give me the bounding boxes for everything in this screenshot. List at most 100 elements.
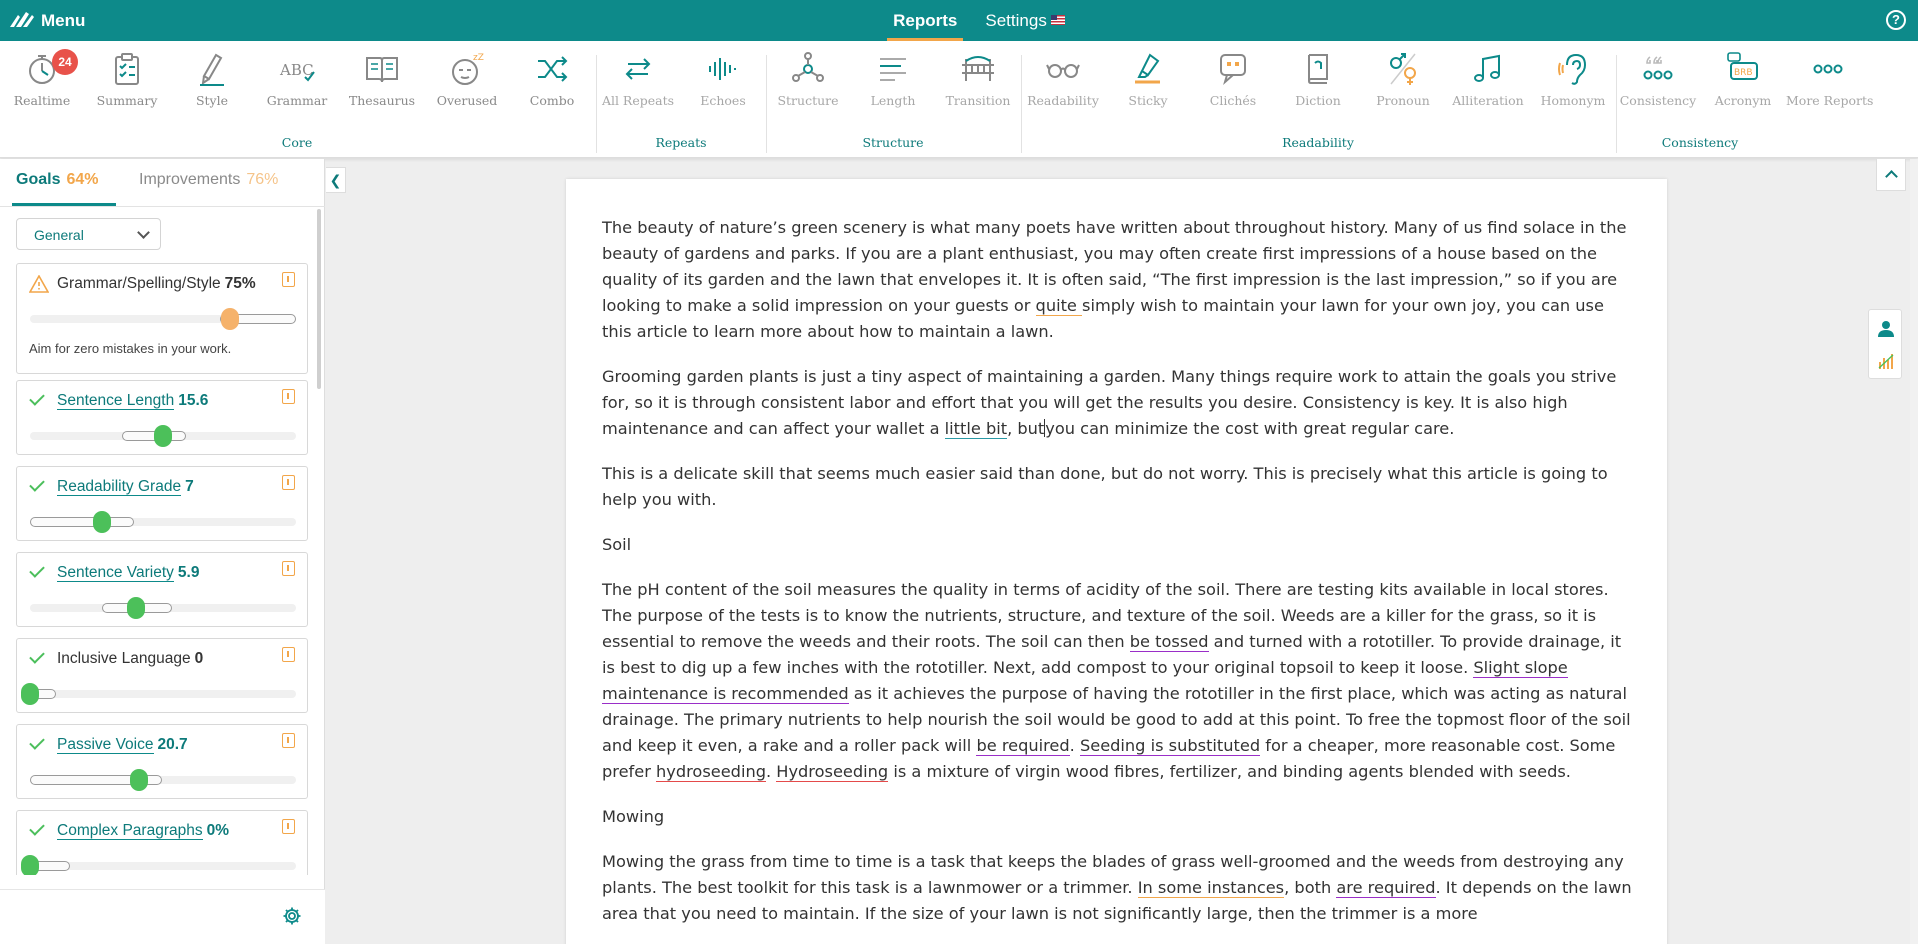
info-icon[interactable] bbox=[282, 561, 295, 576]
goal-slider-knob[interactable] bbox=[21, 683, 39, 705]
goal-slider[interactable] bbox=[30, 597, 296, 619]
svg-text:zZ: zZ bbox=[473, 53, 484, 63]
goal-slider[interactable] bbox=[30, 308, 296, 330]
document-page[interactable]: The beauty of nature’s green scenery is … bbox=[566, 179, 1667, 944]
ear-icon bbox=[1558, 53, 1587, 85]
goal-category-select[interactable]: General bbox=[16, 218, 161, 250]
main-nav: Reports Settings bbox=[0, 0, 1918, 41]
quote-dots-icon bbox=[1643, 56, 1673, 80]
report-transition[interactable]: Transition bbox=[936, 51, 1020, 108]
tab-reports[interactable]: Reports bbox=[879, 0, 971, 41]
info-icon[interactable] bbox=[282, 272, 295, 287]
check-icon bbox=[29, 648, 45, 664]
goal-passive-voice[interactable]: Passive Voice 20.7 bbox=[16, 724, 308, 799]
goal-sentence-variety[interactable]: Sentence Variety 5.9 bbox=[16, 552, 308, 627]
spelling-highlight[interactable]: hydroseeding bbox=[656, 762, 766, 782]
passive-voice-highlight[interactable]: are required bbox=[1336, 878, 1436, 898]
info-icon[interactable] bbox=[282, 819, 295, 834]
speech-quote-icon bbox=[1220, 54, 1246, 85]
bar-chart-icon[interactable] bbox=[1877, 352, 1895, 370]
report-echoes[interactable]: Echoes bbox=[681, 51, 765, 108]
goal-slider[interactable] bbox=[30, 425, 296, 447]
passive-voice-highlight[interactable]: be tossed bbox=[1129, 632, 1209, 652]
scroll-top-button[interactable] bbox=[1876, 159, 1906, 191]
report-style[interactable]: Style bbox=[170, 51, 254, 108]
goal-grammar-spelling-style[interactable]: Grammar/Spelling/Style 75% Aim for zero m… bbox=[16, 263, 308, 374]
info-icon[interactable] bbox=[282, 389, 295, 404]
tab-settings[interactable]: Settings bbox=[971, 0, 1078, 41]
goal-complex-paragraphs[interactable]: Complex Paragraphs 0% bbox=[16, 810, 308, 875]
goals-sidebar: Goals 64% Improvements 76% General Grammar… bbox=[0, 159, 325, 944]
help-icon[interactable]: ? bbox=[1886, 10, 1906, 30]
report-alliteration[interactable]: Alliteration bbox=[1446, 51, 1530, 108]
passive-voice-highlight[interactable]: Seeding is substituted bbox=[1079, 736, 1261, 756]
gear-icon[interactable] bbox=[282, 906, 302, 926]
report-more[interactable]: More Reports bbox=[1786, 51, 1873, 108]
active-tab-indicator bbox=[12, 203, 116, 206]
paragraph: Grooming garden plants is just a tiny as… bbox=[602, 367, 1617, 439]
report-overused[interactable]: zZ Overused bbox=[425, 51, 509, 108]
spelling-highlight[interactable]: Hydroseeding bbox=[776, 762, 889, 782]
repeat-icon bbox=[625, 58, 651, 80]
sidebar-scrollbar[interactable] bbox=[317, 209, 321, 389]
report-structure[interactable]: Structure bbox=[766, 51, 850, 108]
editor-scrollbar[interactable] bbox=[1910, 159, 1918, 944]
suggestion-highlight[interactable]: In some instances bbox=[1137, 878, 1285, 898]
group-label-consistency: Consistency bbox=[1661, 135, 1739, 150]
report-length[interactable]: Length bbox=[851, 51, 935, 108]
editor-area: The beauty of nature’s green scenery is … bbox=[326, 159, 1918, 944]
info-icon[interactable] bbox=[282, 733, 295, 748]
goal-inclusive-language[interactable]: Inclusive Language 0 bbox=[16, 638, 308, 713]
report-grammar[interactable]: ABC Grammar bbox=[255, 51, 339, 108]
info-icon[interactable] bbox=[282, 475, 295, 490]
check-icon bbox=[29, 820, 45, 836]
check-icon bbox=[29, 734, 45, 750]
network-icon bbox=[792, 52, 824, 82]
report-homonym[interactable]: Homonym bbox=[1531, 51, 1615, 108]
report-thesaurus[interactable]: Thesaurus bbox=[340, 51, 424, 108]
suggestion-highlight[interactable]: little bit bbox=[944, 419, 1008, 439]
top-bar: Menu Reports Settings ? bbox=[0, 0, 1918, 41]
reports-toolbar: 24 Realtime Summary Style ABC Grammar Th… bbox=[0, 41, 1918, 158]
music-note-icon bbox=[1474, 54, 1500, 82]
paragraph: The pH content of the soil measures the … bbox=[602, 580, 1631, 782]
goal-readability-grade[interactable]: Readability Grade 7 bbox=[16, 466, 308, 541]
goal-slider-knob[interactable] bbox=[92, 511, 111, 533]
report-all-repeats[interactable]: All Repeats bbox=[596, 51, 680, 108]
group-label-structure: Structure bbox=[862, 135, 924, 150]
tab-goals[interactable]: Goals 64% bbox=[16, 171, 99, 189]
goal-slider-knob[interactable] bbox=[130, 769, 149, 791]
goal-slider-knob[interactable] bbox=[220, 308, 239, 330]
goal-sentence-length[interactable]: Sentence Length 15.6 bbox=[16, 380, 308, 455]
goal-slider[interactable] bbox=[21, 683, 296, 705]
report-cliches[interactable]: Clichés bbox=[1191, 51, 1275, 108]
section-heading: Mowing bbox=[602, 807, 665, 826]
info-icon[interactable] bbox=[282, 647, 295, 662]
svg-text:BRB: BRB bbox=[1734, 68, 1753, 78]
report-acronym[interactable]: BRB Acronym bbox=[1701, 51, 1785, 108]
report-summary[interactable]: Summary bbox=[85, 51, 169, 108]
goal-slider[interactable] bbox=[30, 769, 296, 791]
report-consistency[interactable]: Consistency bbox=[1616, 51, 1700, 108]
report-sticky[interactable]: Sticky bbox=[1106, 51, 1190, 108]
report-readability[interactable]: Readability bbox=[1021, 51, 1105, 108]
goal-slider-knob[interactable] bbox=[21, 855, 39, 875]
user-icon[interactable] bbox=[1877, 320, 1895, 338]
document-text[interactable]: The beauty of nature’s green scenery is … bbox=[602, 215, 1632, 944]
goal-slider-knob[interactable] bbox=[127, 597, 146, 619]
report-combo[interactable]: Combo bbox=[510, 51, 594, 108]
group-label-core: Core bbox=[281, 135, 313, 150]
gender-icon bbox=[1390, 53, 1416, 85]
goal-slider[interactable] bbox=[30, 511, 296, 533]
suggestion-highlight[interactable]: quite bbox=[1035, 296, 1083, 316]
shuffle-icon bbox=[538, 56, 568, 82]
goal-slider-knob[interactable] bbox=[154, 425, 172, 447]
report-pronoun[interactable]: Pronoun bbox=[1361, 51, 1445, 108]
paragraph: This is a delicate skill that seems much… bbox=[602, 464, 1608, 509]
goal-slider[interactable] bbox=[21, 855, 296, 875]
tab-improvements[interactable]: Improvements 76% bbox=[139, 171, 278, 189]
report-realtime[interactable]: 24 Realtime bbox=[0, 49, 84, 108]
paragraph: Mowing the grass from time to time is a … bbox=[602, 852, 1632, 923]
report-diction[interactable]: Diction bbox=[1276, 51, 1360, 108]
passive-voice-highlight[interactable]: be required bbox=[976, 736, 1070, 756]
